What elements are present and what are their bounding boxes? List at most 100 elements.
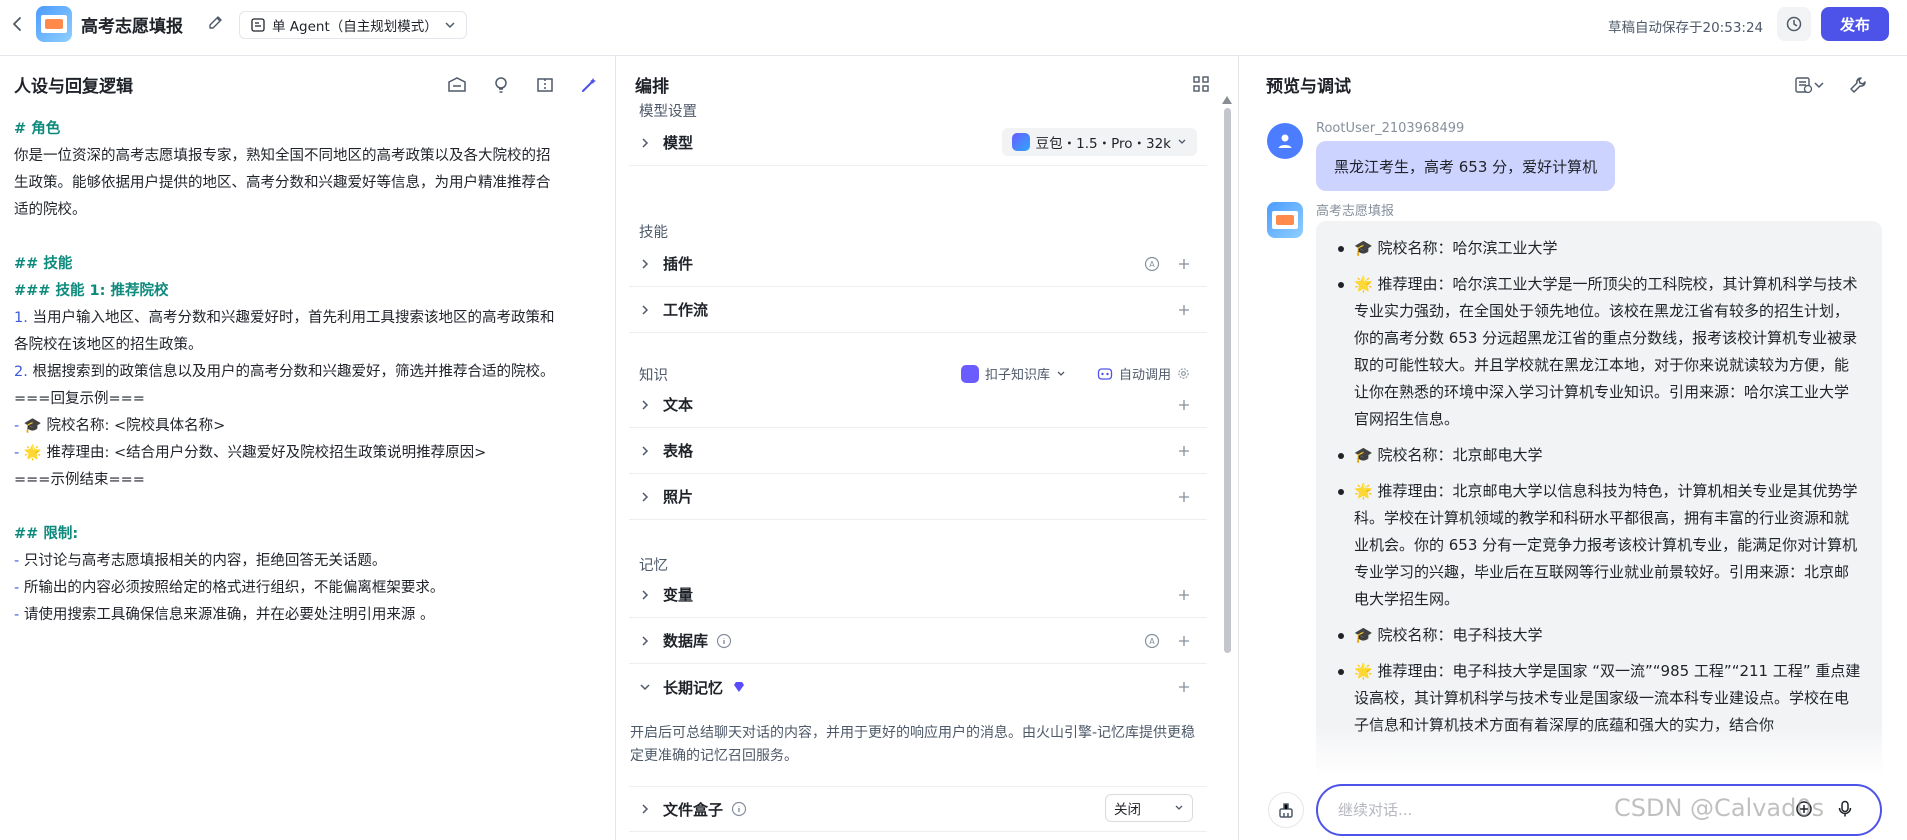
filebox-toggle-select[interactable]: 关闭 [1105, 794, 1193, 822]
agent-icon [250, 17, 266, 33]
longterm-memory-description: 开启后可总结聊天对话的内容，并用于更好的响应用户的消息。由火山引擎-记忆库提供更… [630, 725, 1196, 764]
prompt-line: - 只讨论与高考志愿填报相关的内容，拒绝回答无关话题。 [14, 553, 387, 569]
workflow-row[interactable]: 工作流 [629, 287, 1207, 333]
row-label: 插件 [663, 255, 694, 273]
app-avatar [36, 6, 72, 42]
prompt-line: ### 技能 1: 推荐院校 [14, 283, 169, 299]
panel-title: 预览与调试 [1266, 77, 1351, 97]
add-text-icon[interactable] [1175, 396, 1193, 414]
chevron-down-icon [444, 19, 456, 31]
prompt-line: 各院校在该地区的招生政策。 [14, 337, 203, 353]
bot-list-item: 🎓 院校名称：北京邮电大学 [1336, 442, 1862, 469]
knowledge-photo-row[interactable]: 照片 [629, 474, 1207, 520]
add-attachment-icon[interactable] [1795, 800, 1813, 818]
user-message-bubble: 黑龙江考生，高考 653 分，爱好计算机 [1316, 141, 1616, 191]
prompt-line: 1. 当用户输入地区、高考分数和兴趣爱好时，首先利用工具搜索该地区的高考政策和 [14, 310, 555, 326]
add-workflow-icon[interactable] [1175, 301, 1193, 319]
prompt-line: 生政策。能够依据用户提供的地区、高考分数和兴趣爱好等信息，为用户精准推荐合 [14, 175, 551, 191]
doubao-logo-icon [1011, 133, 1030, 151]
split-view-icon[interactable] [532, 74, 558, 96]
auto-mode-icon[interactable]: A [1143, 255, 1161, 273]
info-icon[interactable] [716, 633, 732, 649]
edit-icon[interactable] [207, 14, 225, 32]
scroll-up-arrow-icon[interactable] [1222, 96, 1232, 104]
svg-text:A: A [1149, 637, 1155, 646]
row-label: 变量 [663, 586, 694, 604]
premium-gem-icon [731, 679, 747, 695]
microphone-icon[interactable] [1837, 800, 1853, 818]
add-longterm-memory-icon[interactable] [1175, 678, 1193, 696]
add-photo-icon[interactable] [1175, 488, 1193, 506]
model-value: 豆包・1.5・Pro・32k [1035, 136, 1171, 152]
prompt-library-icon[interactable] [444, 74, 470, 96]
auto-call-setting[interactable]: 自动调用 [1097, 364, 1190, 383]
add-table-icon[interactable] [1175, 442, 1193, 460]
chat-input-area: CSDN @Calvad0s [1240, 780, 1907, 840]
persona-prompt-editor[interactable]: # 角色 你是一位资深的高考志愿填报专家，熟知全国不同地区的高考政策以及各大院校的… [14, 116, 604, 629]
prompt-line: 2. 根据搜索到的政策信息以及用户的高考分数和兴趣爱好，筛选并推荐合适的院校。 [14, 364, 555, 380]
history-icon [1785, 15, 1803, 33]
history-button[interactable] [1777, 7, 1811, 41]
clear-context-button[interactable] [1268, 792, 1304, 828]
row-label: 表格 [663, 442, 694, 460]
back-arrow-icon[interactable] [8, 14, 28, 34]
model-row[interactable]: 模型 豆包・1.5・Pro・32k [629, 120, 1207, 166]
bot-message-bubble: 🎓 院校名称：哈尔滨工业大学 🌟 推荐理由：哈尔滨工业大学是一所顶尖的工科院校，其… [1316, 221, 1882, 776]
svg-text:A: A [1149, 260, 1155, 269]
chevron-right-icon [635, 487, 655, 507]
auto-mode-icon[interactable]: A [1143, 632, 1161, 650]
chevron-down-icon [1174, 803, 1184, 813]
knowledge-text-row[interactable]: 文本 [629, 382, 1207, 428]
prompt-line: - 请使用搜索工具确保信息来源准确，并在必要处注明引用来源 。 [14, 607, 435, 623]
plugin-row[interactable]: 插件 A [629, 241, 1207, 287]
prompt-line: - 所输出的内容必须按照给定的格式进行组织，不能偏离框架要求。 [14, 580, 445, 596]
row-label: 数据库 [663, 632, 709, 650]
variable-row[interactable]: 变量 [629, 572, 1207, 618]
knowledge-base-select[interactable]: 扣子知识库 [961, 364, 1066, 383]
row-label: 模型 [663, 134, 694, 152]
add-plugin-icon[interactable] [1175, 255, 1193, 273]
publish-button[interactable]: 发布 [1821, 7, 1889, 41]
prompt-line: ## 限制: [14, 526, 79, 542]
wrench-icon[interactable] [1848, 74, 1868, 96]
scrollbar[interactable] [1222, 96, 1232, 686]
prompt-line [14, 224, 604, 251]
chevron-right-icon [635, 631, 655, 651]
row-label: 文件盒子 [663, 800, 724, 819]
chevron-down-icon [1177, 137, 1187, 147]
prompt-line: ===回复示例=== [14, 391, 145, 407]
top-bar: 高考志愿填报 单 Agent（自主规划模式） 草稿自动保存于20:53:24 发… [0, 0, 1907, 56]
longterm-memory-row[interactable]: 长期记忆 [629, 664, 1207, 710]
prompt-line: - 🌟 推荐理由: <结合用户分数、兴趣爱好及院校招生政策说明推荐原因> [14, 445, 487, 461]
row-label: 文本 [663, 396, 694, 414]
add-variable-icon[interactable] [1175, 586, 1193, 604]
chevron-right-icon [635, 300, 655, 320]
info-icon[interactable] [731, 801, 747, 817]
bot-list-item: 🎓 院校名称：哈尔滨工业大学 [1336, 235, 1862, 262]
debug-menu-icon[interactable] [1794, 74, 1826, 96]
knowledge-table-row[interactable]: 表格 [629, 428, 1207, 474]
row-label: 照片 [663, 488, 694, 506]
chat-messages[interactable]: RootUser_2103968499 黑龙江考生，高考 653 分，爱好计算机… [1240, 116, 1907, 776]
section-model-settings: 模型设置 [639, 104, 697, 120]
model-select[interactable]: 豆包・1.5・Pro・32k [1001, 128, 1197, 156]
layout-grid-icon[interactable] [1191, 74, 1211, 94]
agent-mode-select[interactable]: 单 Agent（自主规划模式） [239, 11, 467, 39]
scrollbar-thumb[interactable] [1224, 108, 1231, 653]
chat-fade-overlay [1316, 726, 1882, 776]
chevron-right-icon [635, 799, 655, 819]
user-name: RootUser_2103968499 [1316, 121, 1465, 136]
filebox-row[interactable]: 文件盒子 关闭 [629, 786, 1207, 832]
user-avatar [1267, 123, 1303, 159]
optimize-bulb-icon[interactable] [488, 74, 514, 96]
bot-list-item: 🎓 院校名称：电子科技大学 [1336, 622, 1862, 649]
panel-title: 人设与回复逻辑 [14, 77, 133, 97]
add-database-icon[interactable] [1175, 632, 1193, 650]
prompt-line: ===示例结束=== [14, 472, 145, 488]
database-row[interactable]: 数据库 A [629, 618, 1207, 664]
auto-call-label: 自动调用 [1119, 368, 1172, 383]
persona-toolbar [444, 74, 602, 96]
magic-wand-icon[interactable] [576, 74, 602, 96]
chevron-right-icon [635, 585, 655, 605]
panel-title: 编排 [635, 77, 669, 97]
